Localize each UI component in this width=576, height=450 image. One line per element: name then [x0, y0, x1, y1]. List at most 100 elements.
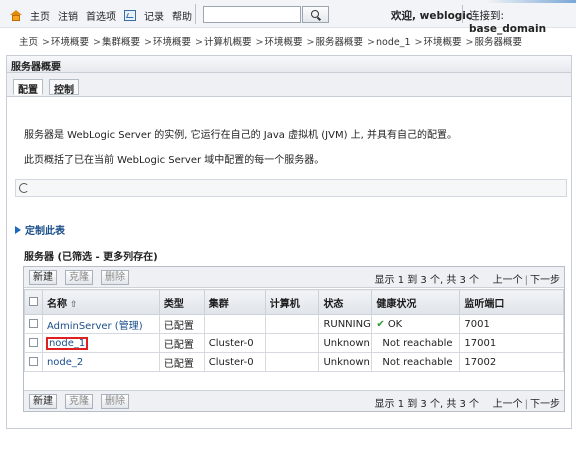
welcome-divider [462, 5, 463, 23]
select-all-checkbox[interactable] [29, 297, 38, 306]
breadcrumb-item[interactable]: 服务器概要 [316, 37, 364, 48]
help-link[interactable]: 帮助 [172, 8, 192, 23]
breadcrumb-item[interactable]: 环境概要 [265, 37, 303, 48]
breadcrumb: 主页 >环境概要 >集群概要 >环境概要 >计算机概要 >环境概要 >服务器概要… [19, 37, 523, 48]
server-link[interactable]: node_1 [45, 336, 89, 350]
listen-port-cell: 17001 [459, 333, 564, 353]
delete-button[interactable]: 删除 [101, 270, 129, 285]
row-select-cell [24, 352, 43, 372]
content-area: 服务器是 WebLogic Server 的实例, 它运行在自己的 Java 虚… [6, 97, 572, 429]
breadcrumb-item[interactable]: 环境概要 [424, 37, 462, 48]
expand-triangle-icon [15, 225, 21, 234]
server-name-cell: AdminServer (管理) [41, 314, 160, 334]
row-select-cell [24, 314, 43, 334]
listen-port-cell: 17002 [459, 352, 564, 372]
table-toolbar-top: 新建 克隆 删除 显示 1 到 3 个, 共 3 个 上一个 | 下一步 [24, 267, 564, 288]
state-cell: Unknown [318, 333, 373, 353]
breadcrumb-item[interactable]: 计算机概要 [204, 37, 252, 48]
breadcrumb-item[interactable]: 环境概要 [153, 37, 191, 48]
servers-table: 名称 ⇧ 类型 集群 计算机 状态 健康状况 监听端口 AdminServer (… [24, 289, 564, 372]
breadcrumb-item[interactable]: 环境概要 [51, 37, 89, 48]
pager-prev[interactable]: 上一个 [493, 275, 523, 286]
cluster-cell [203, 314, 266, 334]
new-button[interactable]: 新建 [29, 394, 57, 409]
table-row: AdminServer (管理) 已配置 RUNNING ✔ OK 7001 [24, 314, 564, 334]
home-link[interactable]: 主页 [30, 8, 50, 23]
column-header-state[interactable]: 状态 [318, 289, 373, 315]
clone-button[interactable]: 克隆 [65, 394, 93, 409]
listen-port-cell: 7001 [459, 314, 564, 334]
customize-table-link[interactable]: 定制此表 [15, 222, 65, 237]
select-all-cell [24, 289, 43, 315]
new-button[interactable]: 新建 [29, 270, 57, 285]
logout-link[interactable]: 注销 [58, 8, 78, 23]
row-select-cell [24, 333, 43, 353]
table-header-row: 名称 ⇧ 类型 集群 计算机 状态 健康状况 监听端口 [24, 289, 564, 315]
machine-cell [264, 333, 320, 353]
pager-info: 显示 1 到 3 个, 共 3 个 [374, 399, 480, 410]
connected-info: 连接到: base_domain [469, 8, 576, 35]
server-name-cell: node_2 [41, 352, 160, 372]
machine-cell [264, 314, 320, 334]
column-header-cluster[interactable]: 集群 [203, 289, 266, 315]
server-name-cell: node_1 [41, 333, 160, 353]
breadcrumb-item-current: 服务器概要 [474, 37, 523, 48]
row-checkbox[interactable] [29, 357, 38, 366]
refresh-bar [15, 179, 567, 197]
table-row: node_2 已配置 Cluster-0 Unknown Not reachab… [24, 352, 564, 372]
search-icon [310, 9, 319, 18]
health-label: OK [387, 318, 403, 330]
row-checkbox[interactable] [29, 319, 38, 328]
preferences-link[interactable]: 首选项 [86, 8, 116, 23]
delete-button[interactable]: 删除 [101, 394, 129, 409]
pager-prev[interactable]: 上一个 [493, 399, 523, 410]
home-icon[interactable] [10, 10, 22, 21]
row-checkbox[interactable] [29, 338, 38, 347]
record-icon[interactable] [124, 10, 136, 21]
ok-check-icon: ✔ [376, 318, 385, 330]
column-header-label: 名称 [46, 298, 67, 310]
health-cell: ✔ OK [371, 314, 461, 334]
table-row: node_1 已配置 Cluster-0 Unknown Not reachab… [24, 333, 564, 353]
description-text: 服务器是 WebLogic Server 的实例, 它运行在自己的 Java 虚… [24, 130, 458, 141]
health-cell: Not reachable [371, 333, 461, 353]
column-header-type[interactable]: 类型 [158, 289, 205, 315]
cluster-cell: Cluster-0 [203, 333, 266, 353]
type-cell: 已配置 [158, 333, 205, 353]
column-header-name[interactable]: 名称 ⇧ [41, 289, 160, 315]
tab-configuration[interactable]: 配置 [13, 79, 43, 96]
state-cell: Unknown [318, 352, 373, 372]
search-button[interactable] [302, 6, 329, 23]
type-cell: 已配置 [158, 352, 205, 372]
type-cell: 已配置 [158, 314, 205, 334]
pager-next[interactable]: 下一步 [530, 399, 560, 410]
servers-table-box: 新建 克隆 删除 显示 1 到 3 个, 共 3 个 上一个 | 下一步 名称 ⇧ 类… [23, 266, 565, 412]
breadcrumb-item[interactable]: node_1 [376, 37, 411, 48]
table-title: 服务器 (已筛选 - 更多列存在) [24, 252, 158, 263]
pager: 显示 1 到 3 个, 共 3 个 上一个 | 下一步 [374, 399, 560, 410]
record-link[interactable]: 记录 [144, 8, 164, 23]
column-header-listen-port[interactable]: 监听端口 [459, 289, 564, 315]
server-link[interactable]: AdminServer (管理) [47, 321, 143, 332]
search-input[interactable] [203, 6, 301, 23]
pager-info: 显示 1 到 3 个, 共 3 个 [374, 275, 480, 286]
refresh-icon[interactable] [19, 183, 29, 193]
sort-icon[interactable]: ⇧ [70, 300, 78, 310]
server-link[interactable]: node_2 [47, 357, 83, 368]
table-toolbar-bottom: 新建 克隆 删除 显示 1 到 3 个, 共 3 个 上一个 | 下一步 [24, 390, 564, 411]
connected-label: 连接到: [469, 10, 505, 22]
tab-control[interactable]: 控制 [49, 79, 79, 96]
breadcrumb-item[interactable]: 主页 [19, 37, 38, 48]
header-stripe [486, 0, 576, 3]
column-header-health[interactable]: 健康状况 [371, 289, 461, 315]
panel-title: 服务器概要 [6, 55, 572, 73]
clone-button[interactable]: 克隆 [65, 270, 93, 285]
health-cell: Not reachable [371, 352, 461, 372]
welcome-text: 欢迎, weblogic [391, 10, 473, 22]
pager-next[interactable]: 下一步 [530, 275, 560, 286]
customize-label: 定制此表 [25, 226, 65, 237]
health-label: Not reachable [382, 337, 453, 349]
breadcrumb-item[interactable]: 集群概要 [102, 37, 140, 48]
machine-cell [264, 352, 320, 372]
column-header-machine[interactable]: 计算机 [264, 289, 320, 315]
